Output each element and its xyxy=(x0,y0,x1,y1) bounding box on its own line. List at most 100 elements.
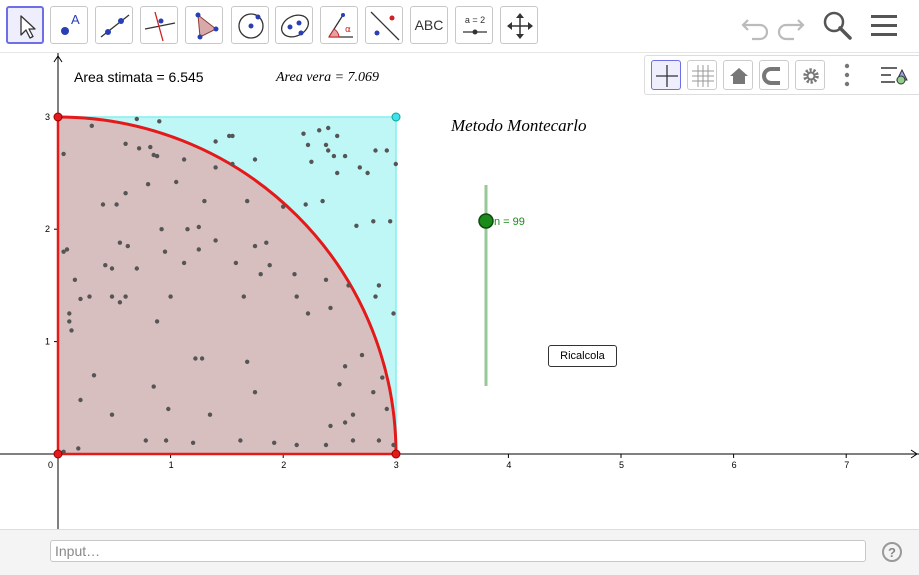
sample-point[interactable] xyxy=(281,204,286,209)
algebra-input[interactable] xyxy=(50,540,866,562)
sample-point[interactable] xyxy=(148,144,153,150)
move-view-tool-button[interactable] xyxy=(500,6,538,44)
sample-point[interactable] xyxy=(252,243,258,249)
sample-point[interactable] xyxy=(154,319,160,324)
circle-tool-button[interactable] xyxy=(231,6,269,44)
sample-point[interactable] xyxy=(342,153,348,159)
sample-point[interactable] xyxy=(376,438,382,443)
sample-point[interactable] xyxy=(303,202,308,207)
sample-point[interactable] xyxy=(87,294,92,299)
sample-point[interactable] xyxy=(157,119,162,124)
sample-point[interactable] xyxy=(72,277,78,282)
sample-point[interactable] xyxy=(162,249,168,254)
sample-point[interactable] xyxy=(335,170,340,176)
help-button[interactable]: ? xyxy=(882,542,902,562)
sample-point[interactable] xyxy=(78,296,83,302)
angle-tool-button[interactable]: α xyxy=(320,6,358,44)
sample-point[interactable] xyxy=(337,382,342,387)
sample-point[interactable] xyxy=(134,116,139,122)
point-tool-button[interactable]: A xyxy=(50,6,88,44)
vertex-origin[interactable] xyxy=(53,449,63,459)
sample-point[interactable] xyxy=(241,294,246,299)
sample-point[interactable] xyxy=(335,133,340,139)
sample-point[interactable] xyxy=(109,412,115,417)
sample-point[interactable] xyxy=(123,294,128,299)
sample-point[interactable] xyxy=(174,179,179,185)
sample-point[interactable] xyxy=(143,438,148,443)
sample-point[interactable] xyxy=(230,161,235,167)
text-tool-button[interactable]: ABC xyxy=(410,6,448,44)
sample-point[interactable] xyxy=(393,161,398,167)
sample-point[interactable] xyxy=(346,283,351,288)
sample-point[interactable] xyxy=(136,146,142,151)
sample-point[interactable] xyxy=(213,165,218,170)
undo-icon[interactable] xyxy=(738,8,772,42)
sample-point[interactable] xyxy=(123,141,128,146)
sample-point[interactable] xyxy=(207,412,213,417)
sample-point[interactable] xyxy=(151,384,156,389)
sample-point[interactable] xyxy=(391,311,396,316)
toggle-axes-button[interactable] xyxy=(651,60,681,90)
sample-point[interactable] xyxy=(109,294,115,299)
sample-point[interactable] xyxy=(357,165,362,170)
sample-point[interactable] xyxy=(109,266,115,271)
sample-point[interactable] xyxy=(305,142,311,148)
sample-point[interactable] xyxy=(305,311,311,316)
sample-point[interactable] xyxy=(371,390,376,395)
sample-point[interactable] xyxy=(230,133,235,139)
vertex-top-left[interactable] xyxy=(53,112,63,122)
move-tool-button[interactable] xyxy=(6,6,44,44)
sample-point[interactable] xyxy=(320,198,325,204)
sample-point[interactable] xyxy=(328,305,333,311)
perpendicular-tool-button[interactable] xyxy=(140,6,178,44)
vertex-top-right[interactable] xyxy=(391,112,401,122)
sample-point[interactable] xyxy=(317,128,322,133)
point-capturing-button[interactable] xyxy=(759,60,789,90)
sample-point[interactable] xyxy=(64,247,70,252)
sample-point[interactable] xyxy=(252,390,258,395)
sample-point[interactable] xyxy=(326,148,331,153)
sample-point[interactable] xyxy=(89,123,95,128)
sample-point[interactable] xyxy=(294,442,299,448)
sample-point[interactable] xyxy=(323,142,329,148)
sample-point[interactable] xyxy=(145,182,151,187)
sample-point[interactable] xyxy=(134,266,139,271)
sample-point[interactable] xyxy=(76,446,81,451)
sample-point[interactable] xyxy=(117,240,123,245)
reflect-tool-button[interactable] xyxy=(365,6,403,44)
recalculate-button[interactable]: Ricalcola xyxy=(548,345,617,367)
sample-point[interactable] xyxy=(252,157,258,162)
sample-point[interactable] xyxy=(354,223,359,228)
sample-point[interactable] xyxy=(258,272,263,277)
sample-point[interactable] xyxy=(114,202,119,207)
sample-point[interactable] xyxy=(292,272,297,277)
sample-point[interactable] xyxy=(309,159,314,164)
sample-point[interactable] xyxy=(365,170,370,176)
sample-point[interactable] xyxy=(264,240,269,245)
sample-point[interactable] xyxy=(61,151,66,157)
sample-point[interactable] xyxy=(294,294,299,299)
sample-point[interactable] xyxy=(331,153,337,159)
sample-point[interactable] xyxy=(371,219,376,224)
sample-point[interactable] xyxy=(159,227,164,232)
sample-point[interactable] xyxy=(245,359,250,364)
sample-point[interactable] xyxy=(323,442,329,448)
sample-point[interactable] xyxy=(245,198,250,204)
slider-tool-button[interactable]: a = 2 xyxy=(455,6,493,44)
sample-point[interactable] xyxy=(103,263,108,268)
line-tool-button[interactable] xyxy=(95,6,133,44)
sample-point[interactable] xyxy=(199,356,205,361)
sample-point[interactable] xyxy=(342,364,348,369)
sample-point[interactable] xyxy=(202,198,207,204)
sample-point[interactable] xyxy=(388,219,393,224)
sample-point[interactable] xyxy=(196,247,201,252)
sample-point[interactable] xyxy=(350,412,356,417)
sample-point[interactable] xyxy=(163,438,169,443)
sample-point[interactable] xyxy=(100,202,106,207)
sample-point[interactable] xyxy=(69,328,74,333)
sample-point[interactable] xyxy=(168,294,173,299)
sample-point[interactable] xyxy=(78,397,83,403)
polygon-tool-button[interactable] xyxy=(185,6,223,44)
sample-point[interactable] xyxy=(323,277,329,282)
sample-point[interactable] xyxy=(267,263,272,268)
